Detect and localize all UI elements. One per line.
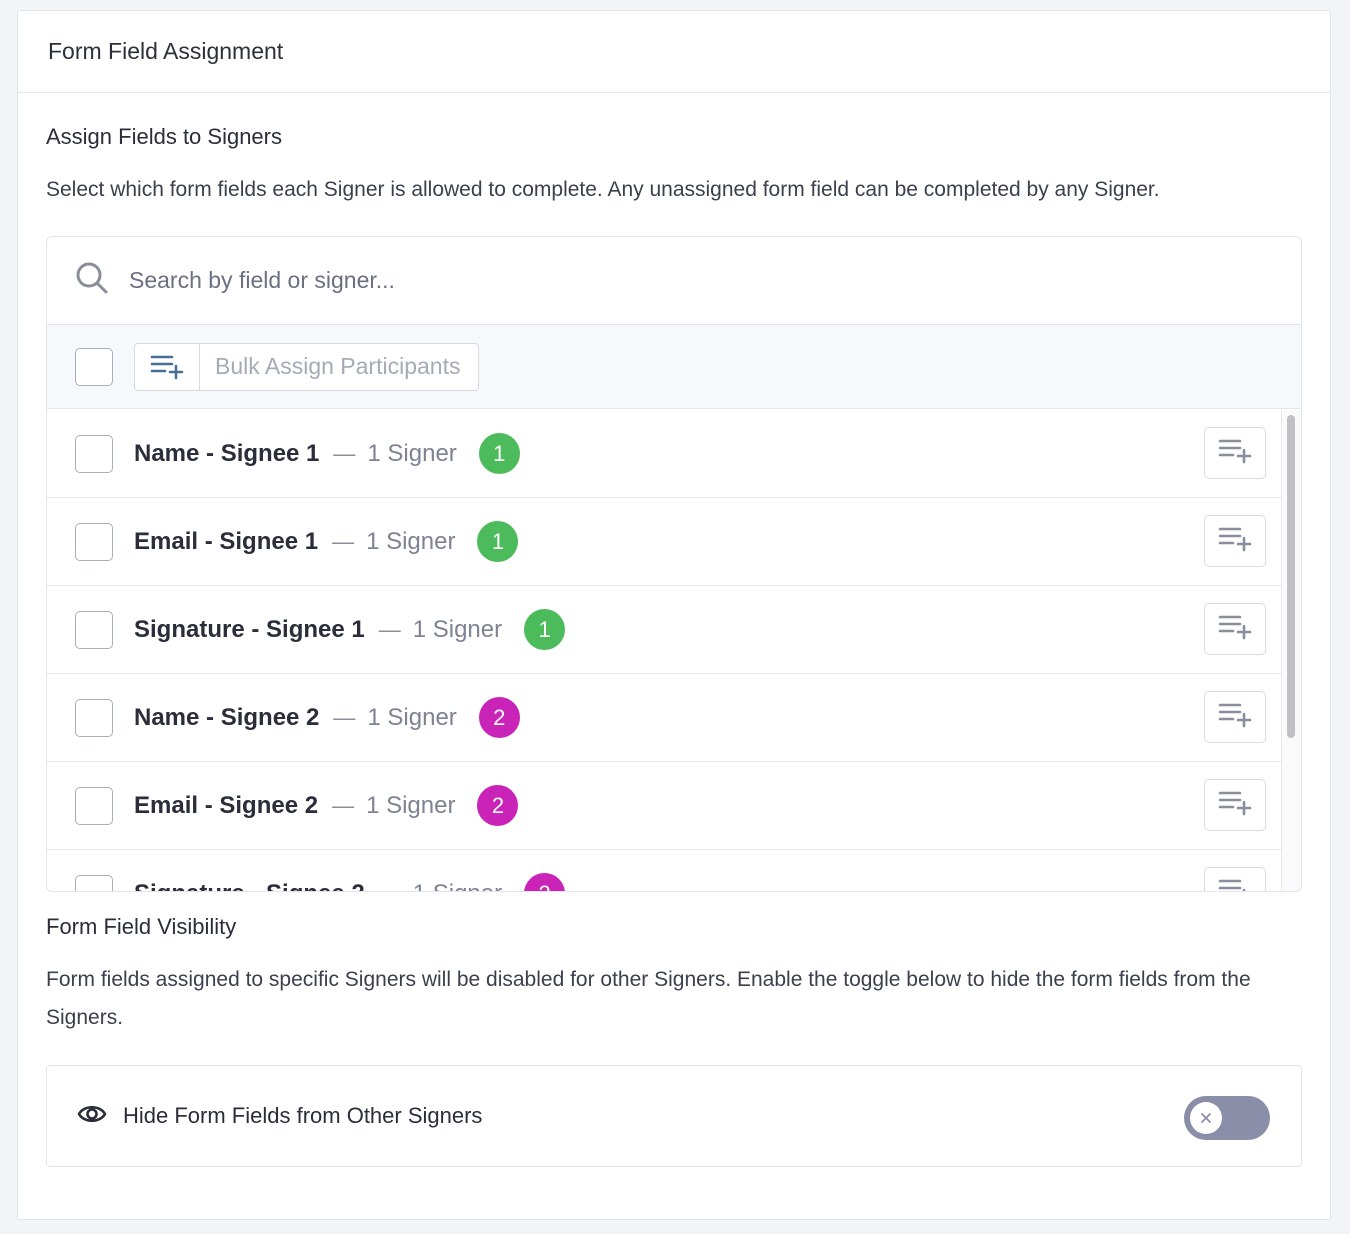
card-title: Form Field Assignment <box>48 38 284 64</box>
list-add-icon <box>1218 702 1252 733</box>
field-label: Email - Signee 1 <box>134 527 319 555</box>
signer-count: 1 Signer <box>367 439 457 467</box>
field-checkbox[interactable] <box>75 698 113 737</box>
field-checkbox[interactable] <box>75 874 113 891</box>
field-row: Signature - Signee 2 — 1 Signer 2 <box>47 850 1283 892</box>
signer-badge: 2 <box>477 785 519 826</box>
field-label: Signature - Signee 1 <box>134 615 365 643</box>
field-checkbox[interactable] <box>75 786 113 825</box>
field-row: Name - Signee 2 — 1 Signer 2 <box>47 674 1283 762</box>
search-bar <box>47 237 1301 325</box>
assign-participants-button[interactable] <box>1204 603 1266 655</box>
fields-panel: Bulk Assign Participants Name - Signee 1… <box>46 236 1302 892</box>
field-checkbox[interactable] <box>75 522 113 561</box>
field-row: Email - Signee 2 — 1 Signer 2 <box>47 762 1283 850</box>
search-input[interactable] <box>127 266 1027 295</box>
bulk-assign-button[interactable]: Bulk Assign Participants <box>134 342 480 391</box>
field-row: Name - Signee 1 — 1 Signer 1 <box>47 410 1283 498</box>
field-label: Email - Signee 2 <box>134 791 319 819</box>
list-add-icon <box>135 343 200 390</box>
signer-count: 1 Signer <box>413 880 502 892</box>
list-add-icon <box>1218 438 1252 469</box>
search-icon <box>75 261 109 300</box>
field-checkbox[interactable] <box>75 434 113 473</box>
assign-participants-button[interactable] <box>1204 691 1266 743</box>
card-header: Form Field Assignment <box>18 11 1330 93</box>
field-row: Email - Signee 1 — 1 Signer 1 <box>47 498 1283 586</box>
scrollbar-thumb[interactable] <box>1287 415 1295 738</box>
hide-fields-setting: Hide Form Fields from Other Signers <box>46 1065 1302 1167</box>
separator-dash: — <box>379 881 401 892</box>
close-icon <box>1190 1102 1222 1134</box>
visibility-section-title: Form Field Visibility <box>46 914 237 939</box>
assign-participants-button[interactable] <box>1204 779 1266 831</box>
assign-section-description: Select which form fields each Signer is … <box>46 178 1160 201</box>
form-field-assignment-card: Form Field Assignment Assign Fields to S… <box>17 10 1331 1220</box>
separator-dash: — <box>332 528 355 554</box>
hide-fields-label: Hide Form Fields from Other Signers <box>123 1103 483 1128</box>
separator-dash: — <box>378 616 401 642</box>
field-list: Name - Signee 1—1 Signer 1 Email - Signee … <box>47 410 1283 892</box>
visibility-section-description: Form fields assigned to specific Signers… <box>46 968 1251 1029</box>
list-add-icon <box>1218 526 1252 557</box>
signer-badge: 1 <box>477 521 519 562</box>
separator-dash: — <box>332 792 355 818</box>
signer-badge: 1 <box>478 433 520 474</box>
assign-participants-button[interactable] <box>1204 427 1266 479</box>
list-scrollbar[interactable] <box>1281 410 1301 891</box>
signer-count: 1 Signer <box>366 527 456 555</box>
signer-badge: 2 <box>478 697 520 738</box>
separator-dash: — <box>333 704 356 730</box>
assign-section-title: Assign Fields to Signers <box>46 124 282 149</box>
assign-participants-button[interactable] <box>1204 867 1266 891</box>
bulk-assign-label: Bulk Assign Participants <box>215 353 461 379</box>
select-all-checkbox[interactable] <box>75 347 113 386</box>
list-add-icon <box>1218 790 1252 821</box>
signer-count: 1 Signer <box>367 703 457 731</box>
eye-icon <box>77 1103 107 1130</box>
bulk-actions-row: Bulk Assign Participants <box>47 325 1301 409</box>
field-label: Signature - Signee 2 <box>134 880 365 892</box>
separator-dash: — <box>333 440 356 466</box>
hide-fields-toggle[interactable] <box>1184 1096 1270 1140</box>
signer-count: 1 Signer <box>366 791 456 819</box>
field-checkbox[interactable] <box>75 610 113 649</box>
signer-badge: 1 <box>524 609 566 650</box>
field-row: Signature - Signee 1 — 1 Signer 1 <box>47 586 1283 674</box>
list-add-icon <box>1218 614 1252 645</box>
field-label: Name - Signee 2 <box>134 703 320 731</box>
assign-participants-button[interactable] <box>1204 515 1266 567</box>
field-label: Name - Signee 1 <box>134 439 320 467</box>
signer-count: 1 Signer <box>412 615 503 643</box>
signer-badge: 2 <box>524 873 566 891</box>
list-add-icon <box>1218 878 1252 891</box>
